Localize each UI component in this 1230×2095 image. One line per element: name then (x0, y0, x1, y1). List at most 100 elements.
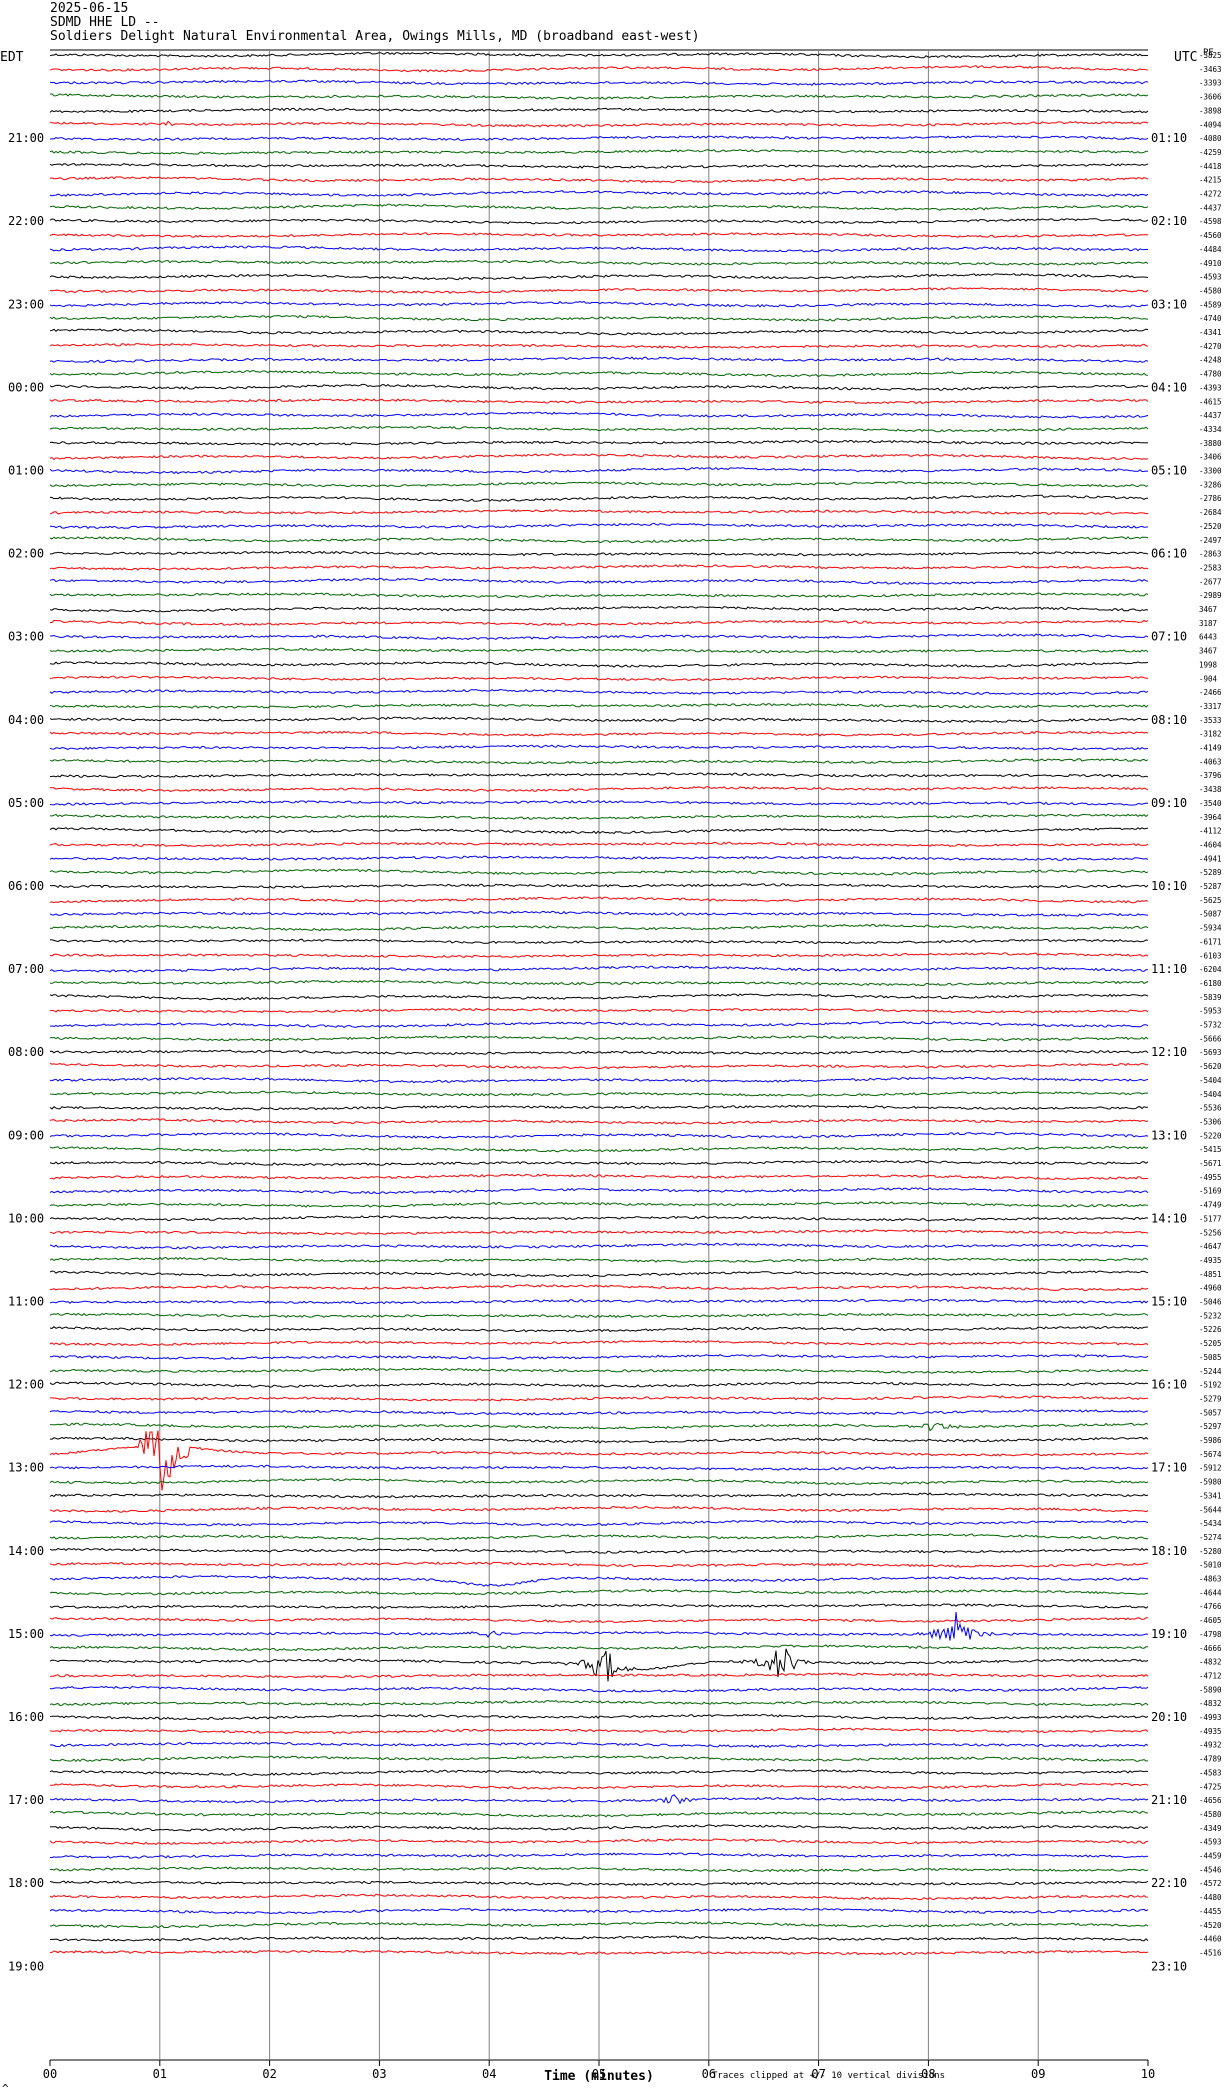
trace-offset-label-41: 3467 (1199, 605, 1217, 614)
utc-hour-label-2: 03:10 (1151, 297, 1187, 311)
trace-offset-label-31: -3300 (1199, 467, 1222, 476)
trace-offset-label-55: -3540 (1199, 799, 1222, 808)
trace-offset-label-109: -5280 (1199, 1547, 1222, 1556)
utc-hour-label-7: 08:10 (1151, 713, 1187, 727)
x-tick-label-00: 00 (43, 2067, 57, 2081)
utc-hour-label-18: 19:10 (1151, 1627, 1187, 1641)
trace-offset-label-87: -4647 (1199, 1242, 1222, 1251)
trace-offset-label-137: -4460 (1199, 1935, 1222, 1944)
trace-offset-label-98: -5279 (1199, 1394, 1222, 1403)
edt-hour-label-7: 04:00 (8, 713, 44, 727)
trace-offset-label-104: -5980 (1199, 1478, 1222, 1487)
edt-hour-label-6: 03:00 (8, 630, 44, 644)
trace-offset-label-118: -4712 (1199, 1671, 1222, 1680)
trace-offset-label-115: -4798 (1199, 1630, 1222, 1639)
edt-hour-label-18: 15:00 (8, 1627, 44, 1641)
trace-offset-label-120: -4832 (1199, 1699, 1222, 1708)
trace-offset-label-50: -3182 (1199, 730, 1222, 739)
trace-offset-label-67: -6204 (1199, 965, 1222, 974)
trace-offset-label-10: -4215 (1199, 176, 1222, 185)
utc-hour-label-9: 10:10 (1151, 879, 1187, 893)
date-label: 2025-06-15 (50, 1, 129, 16)
trace-offset-label-132: -4546 (1199, 1865, 1222, 1874)
utc-hour-label-16: 17:10 (1151, 1461, 1187, 1475)
trace-offset-label-48: -3317 (1199, 702, 1222, 711)
trace-offset-label-17: -4593 (1199, 273, 1222, 282)
trace-offset-label-126: -4725 (1199, 1782, 1222, 1791)
trace-offset-label-44: 3467 (1199, 647, 1217, 656)
trace-offset-label-105: -5341 (1199, 1491, 1222, 1500)
trace-offset-label-32: -3286 (1199, 480, 1222, 489)
utc-hour-label-17: 18:10 (1151, 1544, 1187, 1558)
trace-offset-label-16: -4910 (1199, 259, 1222, 268)
trace-offset-label-112: -4644 (1199, 1588, 1222, 1597)
trace-offset-label-63: -5087 (1199, 910, 1222, 919)
trace-offset-label-28: -4334 (1199, 425, 1222, 434)
trace-offset-label-38: -2583 (1199, 563, 1222, 572)
trace-offset-label-72: -5666 (1199, 1034, 1222, 1043)
edt-hour-label-15: 12:00 (8, 1378, 44, 1392)
trace-offset-label-70: -5953 (1199, 1007, 1222, 1016)
trace-offset-label-127: -4656 (1199, 1796, 1222, 1805)
trace-offset-label-94: -5205 (1199, 1339, 1222, 1348)
trace-offset-label-91: -5046 (1199, 1298, 1222, 1307)
trace-offset-label-73: -5693 (1199, 1048, 1222, 1057)
trace-offset-label-130: -4593 (1199, 1838, 1222, 1847)
trace-offset-label-4: -3606 (1199, 93, 1222, 102)
x-tick-label-09: 09 (1031, 2067, 1045, 2081)
trace-offset-label-49: -3533 (1199, 716, 1222, 725)
trace-offset-label-85: -5177 (1199, 1214, 1222, 1223)
utc-hour-label-21: 22:10 (1151, 1876, 1187, 1890)
trace-offset-label-65: -6171 (1199, 937, 1222, 946)
trace-offset-label-58: -4604 (1199, 840, 1222, 849)
trace-offset-label-121: -4993 (1199, 1713, 1222, 1722)
trace-offset-label-54: -3438 (1199, 785, 1222, 794)
trace-offset-label-27: -4437 (1199, 411, 1222, 420)
trace-offset-label-71: -5732 (1199, 1021, 1222, 1030)
edt-hour-label-4: 01:00 (8, 464, 44, 478)
x-tick-label-10: 10 (1141, 2067, 1155, 2081)
trace-offset-label-64: -5934 (1199, 924, 1222, 933)
trace-offset-label-79: -5220 (1199, 1131, 1222, 1140)
trace-offset-label-113: -4766 (1199, 1602, 1222, 1611)
trace-offset-label-30: -3406 (1199, 453, 1222, 462)
trace-offset-label-20: -4740 (1199, 314, 1222, 323)
trace-offset-label-29: -3880 (1199, 439, 1222, 448)
trace-offset-label-81: -5671 (1199, 1159, 1222, 1168)
trace-offset-label-61: -5287 (1199, 882, 1222, 891)
utc-hour-label-15: 16:10 (1151, 1378, 1187, 1392)
utc-hour-label-10: 11:10 (1151, 962, 1187, 976)
trace-offset-label-74: -5620 (1199, 1062, 1222, 1071)
trace-offset-label-59: -4941 (1199, 854, 1222, 863)
edt-hour-label-16: 13:00 (8, 1461, 44, 1475)
edt-hour-label-12: 09:00 (8, 1128, 44, 1142)
trace-offset-label-90: -4960 (1199, 1284, 1222, 1293)
trace-offset-label-117: -4832 (1199, 1658, 1222, 1667)
trace-offset-label-80: -5415 (1199, 1145, 1222, 1154)
utc-hour-label-5: 06:10 (1151, 547, 1187, 561)
edt-hour-label-17: 14:00 (8, 1544, 44, 1558)
trace-offset-label-89: -4851 (1199, 1270, 1222, 1279)
x-tick-label-03: 03 (372, 2067, 386, 2081)
trace-offset-label-103: -5912 (1199, 1464, 1222, 1473)
trace-offset-label-2: -3463 (1199, 65, 1222, 74)
trace-offset-label-69: -5839 (1199, 993, 1222, 1002)
trace-offset-label-92: -5232 (1199, 1311, 1222, 1320)
edt-hour-label-3: 00:00 (8, 380, 44, 394)
utc-hour-label-20: 21:10 (1151, 1793, 1187, 1807)
edt-hour-label-22: 19:00 (8, 1959, 44, 1973)
edt-hour-label-9: 06:00 (8, 879, 44, 893)
trace-offset-label-125: -4583 (1199, 1768, 1222, 1777)
x-tick-label-01: 01 (153, 2067, 167, 2081)
trace-offset-label-24: -4780 (1199, 370, 1222, 379)
edt-hour-label-0: 21:00 (8, 131, 44, 145)
utc-hour-label-22: 23:10 (1151, 1959, 1187, 1973)
clip-note: Traces clipped at +/- 10 vertical divisi… (712, 2071, 945, 2081)
trace-offset-label-19: -4589 (1199, 300, 1222, 309)
utc-hour-label-12: 13:10 (1151, 1128, 1187, 1142)
trace-offset-label-39: -2677 (1199, 577, 1222, 586)
trace-offset-label-8: -4259 (1199, 148, 1222, 157)
trace-offset-label-13: -4598 (1199, 217, 1222, 226)
trace-offset-label-97: -5192 (1199, 1381, 1222, 1390)
trace-offset-label-122: -4935 (1199, 1727, 1222, 1736)
